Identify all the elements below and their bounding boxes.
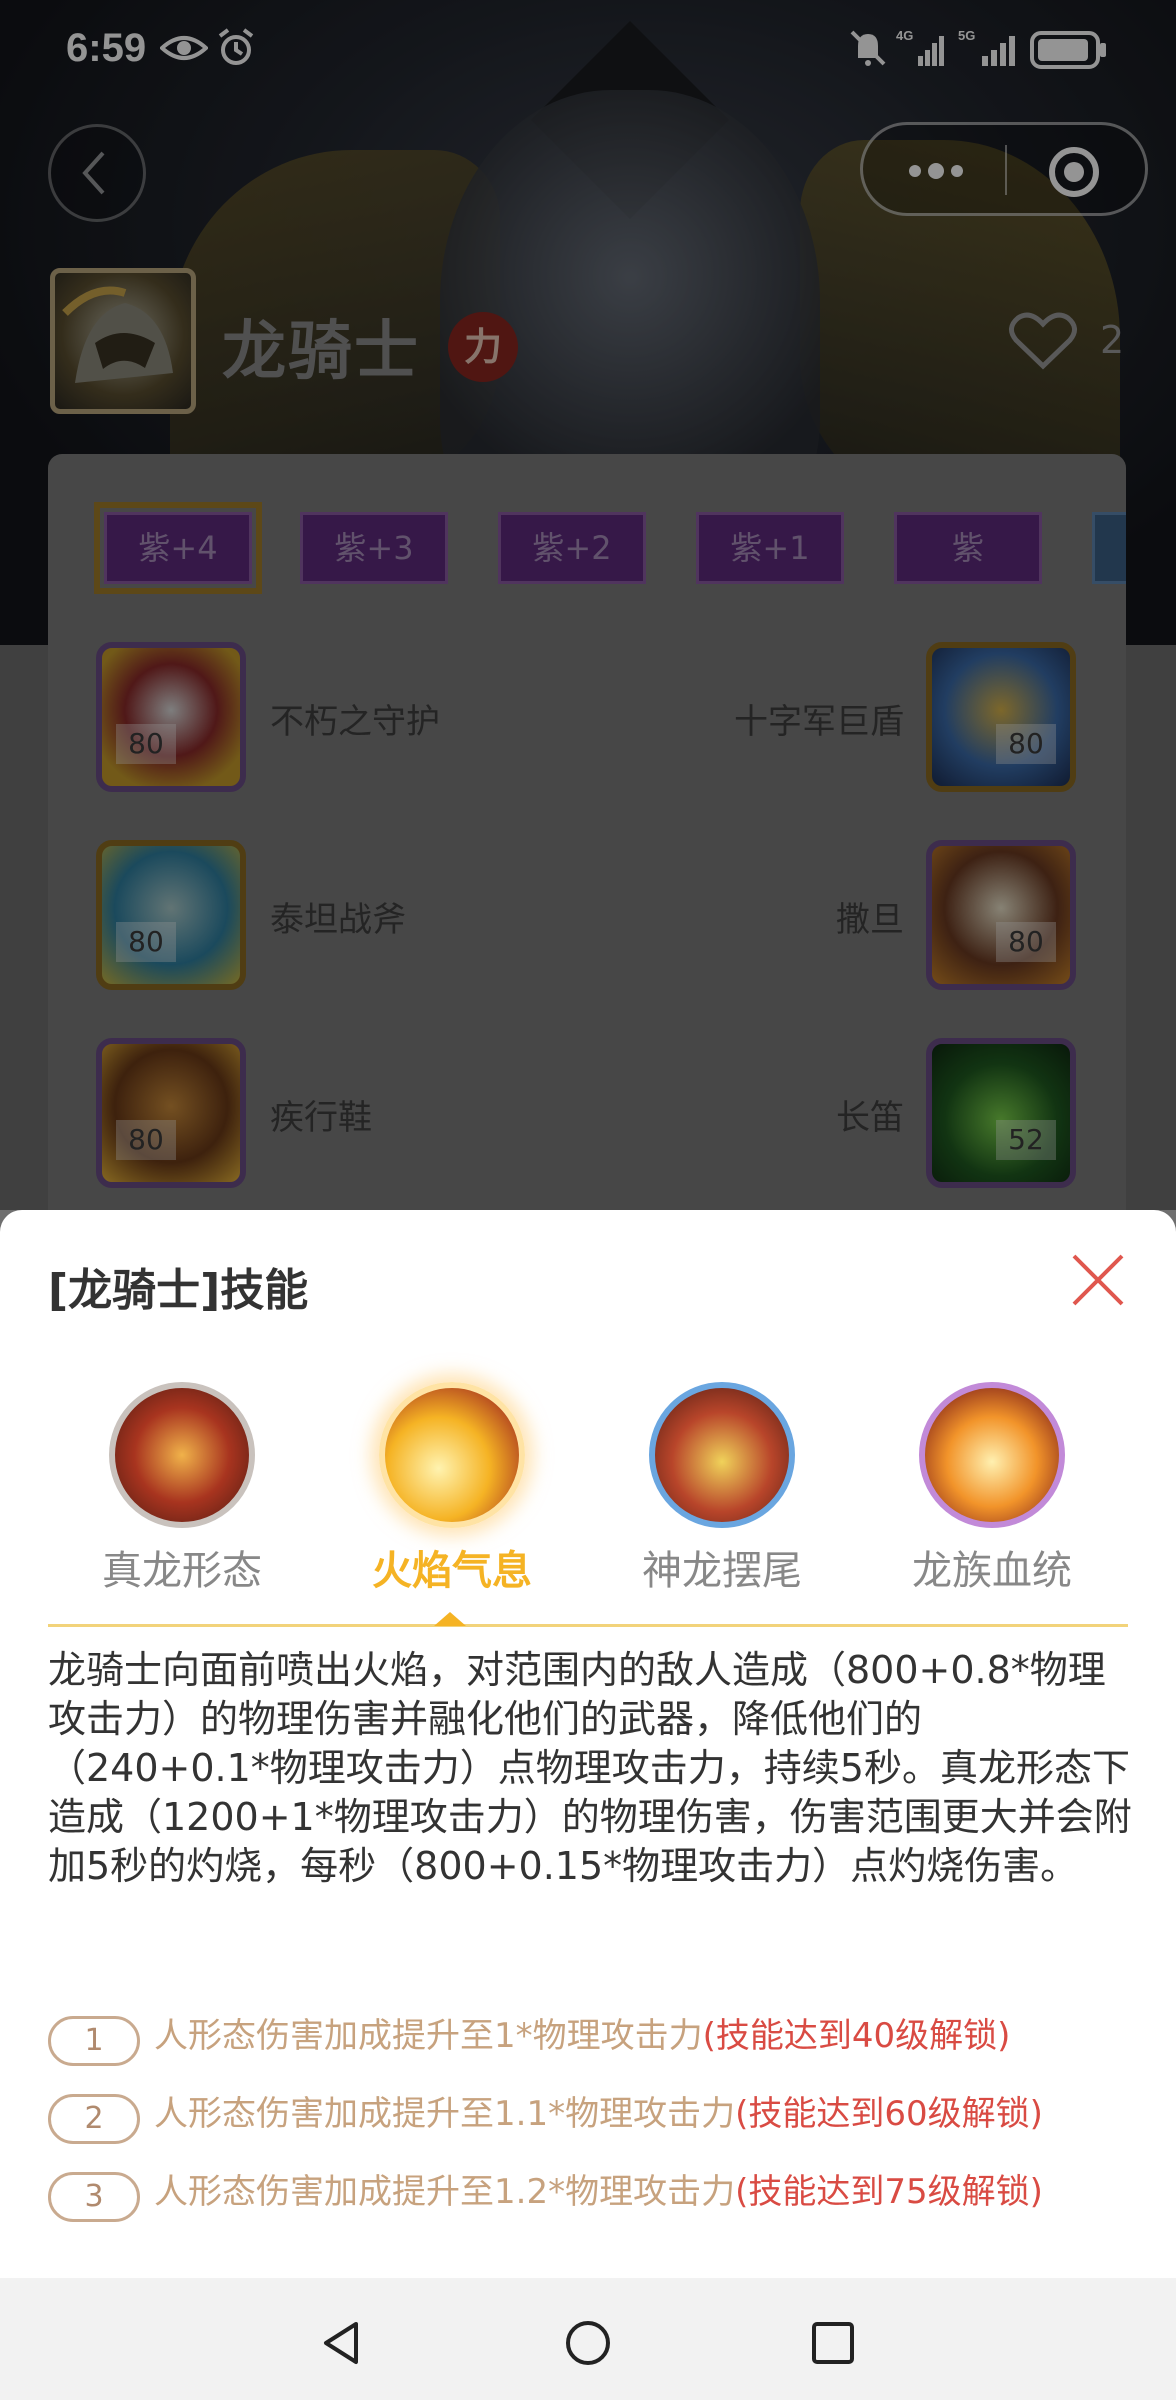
skill-icon — [649, 1382, 795, 1528]
upgrade-number: 1 — [48, 2016, 140, 2066]
upgrade-text: 人形态伤害加成提升至1.1*物理攻击力(技能达到60级解锁) — [154, 2088, 1043, 2140]
skill-tab-dragon-tail[interactable]: 神龙摆尾 — [622, 1382, 822, 1596]
skill-sheet: [龙骑士]技能 真龙形态 火焰气息 神龙摆尾 龙族血统 龙骑士向面前喷出火焰，对… — [0, 1210, 1176, 2278]
upgrade-number: 2 — [48, 2094, 140, 2144]
upgrade-text: 人形态伤害加成提升至1*物理攻击力(技能达到40级解锁) — [154, 2010, 1010, 2062]
nav-home-icon[interactable] — [563, 2318, 613, 2368]
upgrade-effect: 人形态伤害加成提升至1.2*物理攻击力 — [154, 2172, 736, 2212]
skill-tab-dragon-blood[interactable]: 龙族血统 — [892, 1382, 1092, 1596]
nav-recents-icon[interactable] — [808, 2318, 858, 2368]
skill-tab-true-dragon[interactable]: 真龙形态 — [82, 1382, 282, 1596]
active-skill-caret — [434, 1612, 466, 1626]
skill-description: 龙骑士向面前喷出火焰，对范围内的敌人造成（800+0.8*物理攻击力）的物理伤害… — [48, 1648, 1132, 1888]
modal-overlay[interactable] — [0, 0, 1176, 1210]
skill-divider — [48, 1624, 1128, 1627]
skill-icon — [379, 1382, 525, 1528]
nav-back-icon[interactable] — [316, 2318, 366, 2368]
skill-name: 火焰气息 — [372, 1548, 532, 1594]
skill-name: 神龙摆尾 — [642, 1548, 802, 1594]
upgrade-unlock-condition: (技能达到40级解锁) — [702, 2016, 1011, 2056]
upgrade-unlock-condition: (技能达到60级解锁) — [735, 2094, 1043, 2134]
upgrade-effect: 人形态伤害加成提升至1*物理攻击力 — [154, 2016, 703, 2056]
upgrade-unlock-condition: (技能达到75级解锁) — [735, 2172, 1043, 2212]
upgrade-text: 人形态伤害加成提升至1.2*物理攻击力(技能达到75级解锁) — [154, 2166, 1043, 2218]
upgrade-effect: 人形态伤害加成提升至1.1*物理攻击力 — [154, 2094, 736, 2134]
skill-icon — [109, 1382, 255, 1528]
skill-icon — [919, 1382, 1065, 1528]
close-icon[interactable] — [1068, 1250, 1128, 1310]
skill-name: 龙族血统 — [912, 1548, 1072, 1594]
skill-name: 真龙形态 — [102, 1548, 262, 1594]
sheet-title: [龙骑士]技能 — [48, 1265, 309, 1316]
skill-tab-fire-breath[interactable]: 火焰气息 — [352, 1382, 552, 1596]
upgrade-number: 3 — [48, 2172, 140, 2222]
system-nav-bar — [0, 2278, 1176, 2400]
